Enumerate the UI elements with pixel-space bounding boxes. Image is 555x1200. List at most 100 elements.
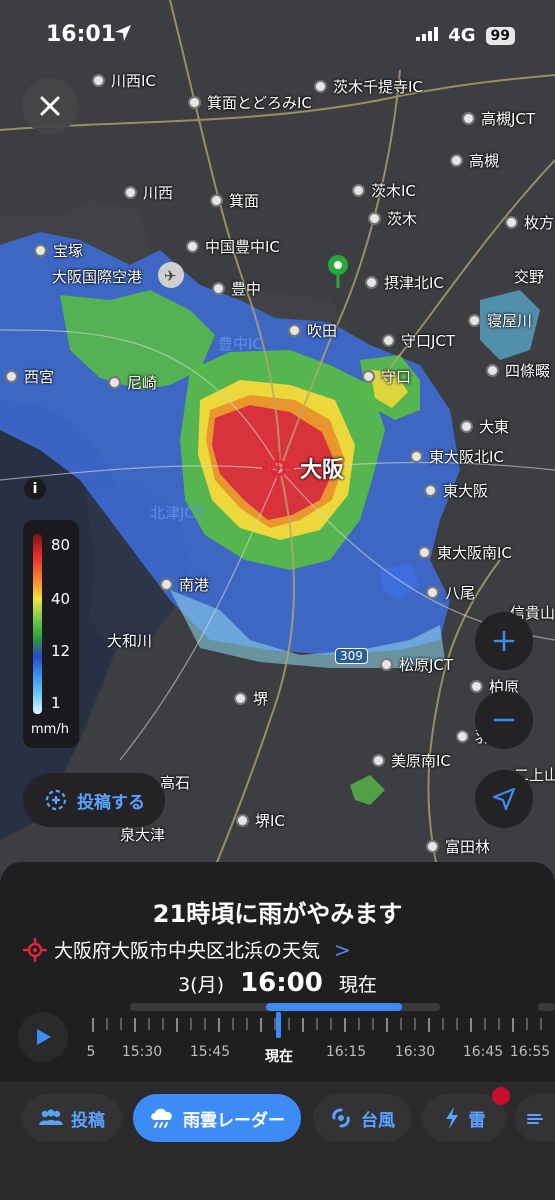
map-label-izumiotsu[interactable]: 泉大津 [120,824,165,845]
map-label-mino-ic[interactable]: 箕面とどろみIC [188,92,312,113]
timeline-track[interactable] [130,1003,440,1011]
timeline-ticks[interactable] [92,1018,555,1032]
place-marker-icon [92,74,105,87]
play-button[interactable] [18,1012,68,1062]
map-label-amagasaki[interactable]: 尼崎 [108,372,157,393]
map-label-takatsuki-jct[interactable]: 高槻JCT [462,108,535,129]
map-label-takatsuki[interactable]: 高槻 [450,150,499,171]
map-label-settsu-kita[interactable]: 摂津北IC [365,272,444,293]
map-label-kawanishi[interactable]: 川西 [124,182,173,203]
timeline-tick [106,1018,108,1030]
map-label-shijonawate[interactable]: 四條畷 [486,360,550,381]
timeline-tick [428,1018,430,1032]
map-label-moriguchi-jct[interactable]: 守口JCT [382,330,455,351]
map-label-sakai[interactable]: 堺 [234,688,268,709]
tab-typhoon[interactable]: 台風 [313,1094,411,1142]
tab-post-label: 投稿 [71,1110,105,1131]
map-label-yamatogawa[interactable]: 大和川 [107,630,152,651]
map-label-mino[interactable]: 箕面 [210,190,259,211]
post-report-label: 投稿する [77,792,145,813]
info-icon[interactable]: i [24,478,46,500]
close-icon [40,96,60,116]
post-report-button[interactable]: 投稿する [23,773,165,827]
place-marker-icon [410,450,423,463]
map-label-osaka[interactable]: 大阪 [262,452,344,484]
map-label-ibaraki-senri[interactable]: 茨木千提寺IC [314,76,423,97]
zoom-out-button[interactable] [475,691,533,749]
timeline-tick [134,1018,136,1032]
map-label-kitatsu-jct[interactable]: 北津JCT [150,502,204,523]
timeline-label: 16:15 [325,1044,367,1060]
lightning-icon [445,1107,458,1129]
timeline-tick [344,1018,346,1032]
map-label-itami-airport[interactable]: 大阪国際空港 [52,266,142,287]
place-marker-icon [210,194,223,207]
minus-icon [493,718,515,722]
place-marker-icon [460,420,473,433]
map-label-toyonaka[interactable]: 豊中 [212,278,261,299]
place-marker-icon [288,324,301,337]
locate-me-button[interactable] [475,770,533,828]
map-label-katano[interactable]: 交野 [514,266,544,287]
map-label-hirakata[interactable]: 枚方 [505,212,554,233]
legend-value-1: 1 [51,694,61,712]
place-marker-icon [160,578,173,591]
map-label-higashiosaka-minami[interactable]: 東大阪南IC [418,542,512,563]
timeline-tick [540,1018,542,1030]
map-label-nishinomiya[interactable]: 西宮 [5,366,54,387]
tab-post[interactable]: 投稿 [22,1094,122,1142]
place-marker-icon [212,282,225,295]
tab-rain-radar[interactable]: 雨雲レーダー [133,1094,301,1142]
current-location-crosshair-icon [262,452,294,484]
place-marker-icon [124,186,137,199]
map-label-takarazuka[interactable]: 宝塚 [34,240,83,261]
timeline-tick [92,1018,94,1032]
zoom-in-button[interactable] [475,612,533,670]
timeline-tick [316,1018,318,1030]
map-label-tondabayashi[interactable]: 富田林 [426,836,490,857]
radar-map[interactable]: ✈ 16:01 4G 99 川西IC 箕面とどろみIC 茨木千提寺IC 高槻JC… [0,0,555,880]
place-marker-icon [468,314,481,327]
battery-indicator: 99 [485,26,515,45]
map-label-sakai-ic[interactable]: 堺IC [236,810,285,831]
timeline-loaded-range [266,1003,402,1011]
map-label-daito[interactable]: 大東 [460,416,509,437]
timeline-label: 16:45 [462,1044,504,1060]
chevron-right-icon: > [334,937,351,962]
timeline-cursor[interactable] [276,1012,281,1038]
crosshair-icon [23,937,47,962]
timeline-label: 15:30 [121,1044,163,1060]
add-report-icon [45,789,67,811]
legend-value-80: 80 [51,536,71,554]
date-label: 3(月) [178,974,225,996]
timeline-label: 16:30 [394,1044,436,1060]
timeline-tick [414,1018,416,1030]
timeline-track-end [538,1003,555,1011]
map-label-mihara-minami[interactable]: 美原南IC [372,750,451,771]
timeline-tick [470,1018,472,1032]
map-label-higashiosaka-kita[interactable]: 東大阪北IC [410,446,504,467]
map-label-yao[interactable]: 八尾 [426,582,475,603]
map-label-higashiosaka[interactable]: 東大阪 [424,480,488,501]
location-link[interactable]: 大阪府大阪市中央区北浜の天気 > [22,936,351,963]
timeline-label: 5 [86,1044,96,1060]
network-label: 4G [448,25,476,46]
legend-value-40: 40 [51,590,71,608]
map-label-moriguchi[interactable]: 守口 [362,366,411,387]
close-button[interactable] [22,78,78,134]
rain-cloud-icon [151,1108,172,1128]
timeline-tick [204,1018,206,1030]
map-label-neyagawa[interactable]: 寝屋川 [468,310,532,331]
map-label-chugoku-toyonaka[interactable]: 中国豊中IC [186,236,280,257]
map-label-takaishi[interactable]: 高石 [160,772,190,793]
map-label-toyonaka-ic[interactable]: 豊中IC [218,333,263,354]
map-label-kawanishi-ic[interactable]: 川西IC [92,70,156,91]
map-label-matsubara-jct[interactable]: 松原JCT [380,654,453,675]
map-label-nanko[interactable]: 南港 [160,574,209,595]
tab-more[interactable] [515,1094,555,1142]
legend-color-bar [33,534,42,714]
map-label-ibaraki-ic[interactable]: 茨木IC [352,180,416,201]
bottom-tab-bar: 投稿 雨雲レーダー 台風 雷 [0,1082,555,1200]
map-label-ibaraki[interactable]: 茨木 [368,208,417,229]
map-label-suita[interactable]: 吹田 [288,320,337,341]
